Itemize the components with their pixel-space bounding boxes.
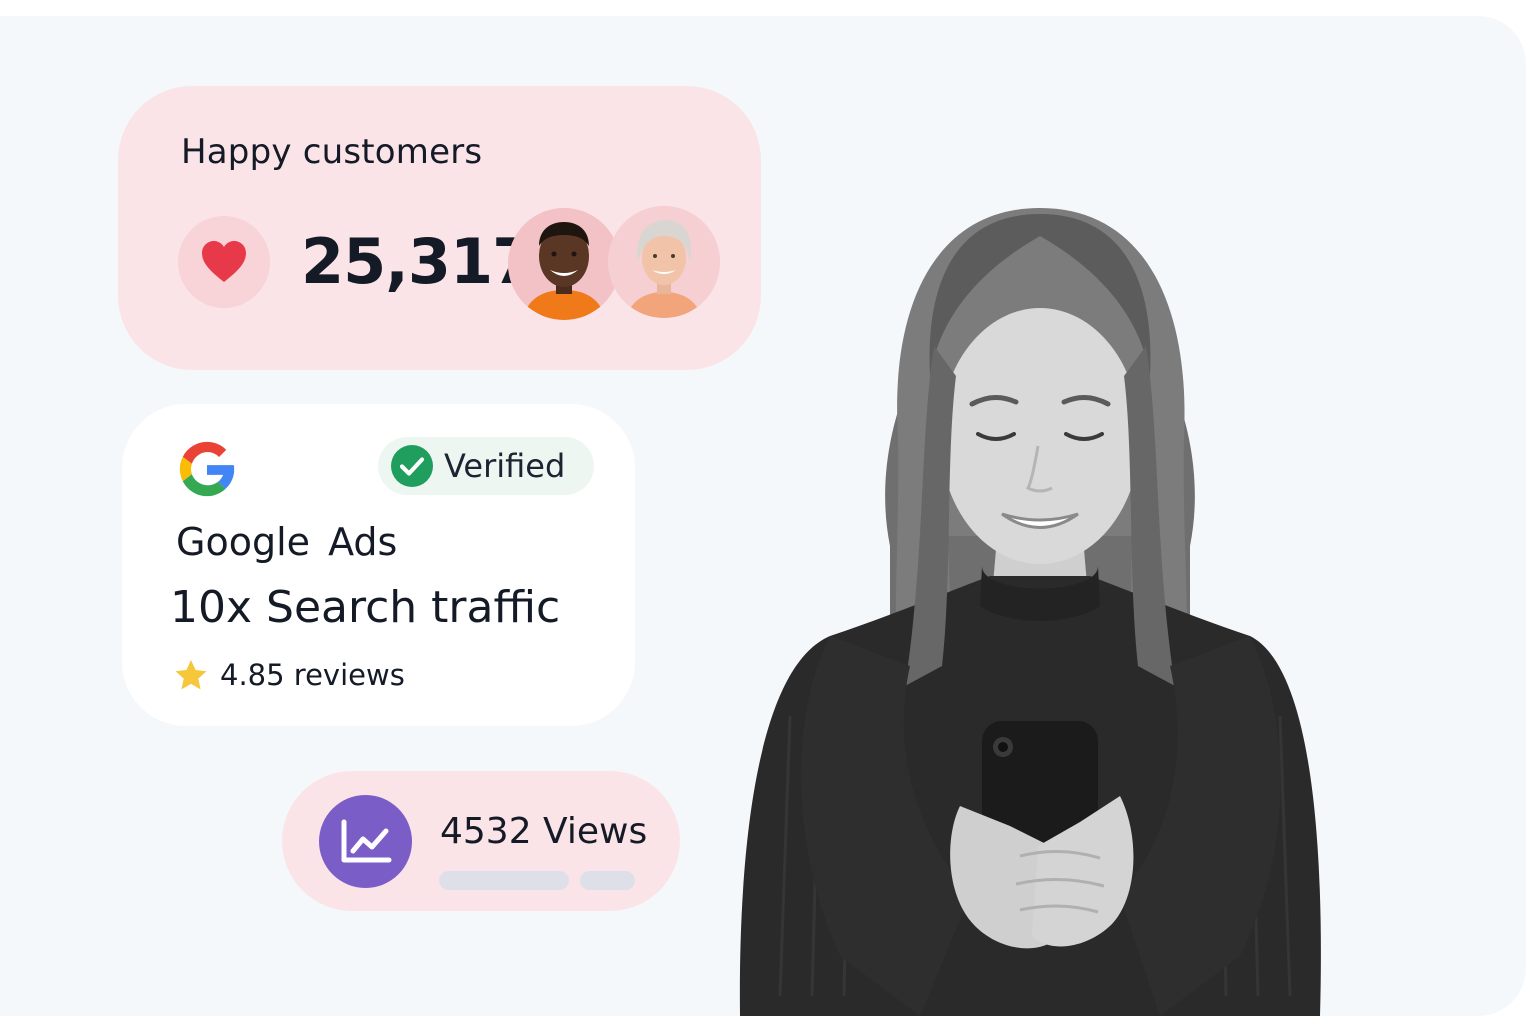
reviews-text: 4.85 reviews xyxy=(220,658,405,692)
traffic-headline: 10x Search traffic xyxy=(170,582,561,633)
customers-title: Happy customers xyxy=(181,132,483,172)
verified-label: Verified xyxy=(444,447,566,485)
placeholder-bar xyxy=(439,871,569,890)
views-count: 4532 Views xyxy=(440,811,648,852)
happy-customers-card: Happy customers 25,317 xyxy=(118,86,761,370)
google-ads-card: Verified Google Ads 10x Search traffic 4… xyxy=(122,404,635,726)
customers-count: 25,317 xyxy=(301,225,535,298)
google-g-logo-icon xyxy=(179,441,235,497)
reviews-row: 4.85 reviews xyxy=(174,658,405,692)
avatar xyxy=(508,208,620,320)
woman-with-phone-photo xyxy=(739,208,1321,1016)
ads-platform-name: Google Ads xyxy=(176,520,398,564)
views-card: 4532 Views xyxy=(282,771,680,911)
verified-badge: Verified xyxy=(378,437,594,495)
background-panel: Happy customers 25,317 Verified Google A… xyxy=(0,16,1526,1016)
avatar xyxy=(608,206,720,318)
star-icon xyxy=(175,660,207,690)
check-circle-icon xyxy=(391,445,433,487)
placeholder-bar xyxy=(580,871,635,890)
views-icon-badge xyxy=(319,795,412,888)
heart-icon xyxy=(202,241,246,282)
heart-badge xyxy=(178,216,270,308)
trend-chart-icon xyxy=(341,819,391,862)
